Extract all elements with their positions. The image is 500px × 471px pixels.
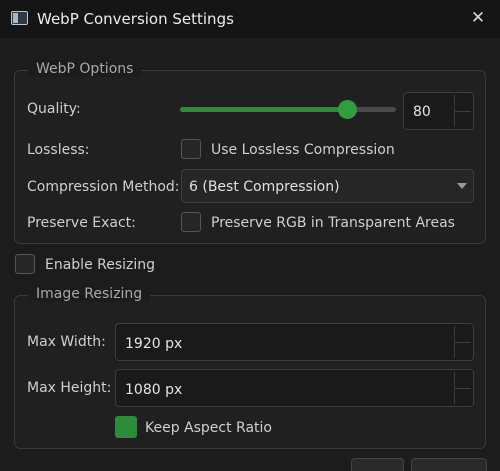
enable-resizing-checkbox[interactable] [15, 254, 35, 274]
image-resizing-title: Image Resizing [28, 286, 151, 302]
quality-label: Quality: [27, 101, 81, 117]
enable-resizing-label[interactable]: Enable Resizing [45, 257, 155, 273]
max-width-spin-arrows[interactable] [454, 326, 471, 358]
keep-aspect-ratio-checkbox[interactable] [115, 416, 137, 438]
quality-slider-handle[interactable] [338, 100, 357, 119]
close-icon[interactable]: ✕ [468, 8, 488, 28]
app-window-icon [11, 11, 28, 25]
preserve-exact-label: Preserve Exact: [27, 215, 136, 231]
max-height-spinbox[interactable]: 1080 px [115, 369, 474, 407]
max-width-value: 1920 px [125, 336, 183, 352]
max-width-spinbox[interactable]: 1920 px [115, 323, 474, 361]
cancel-button[interactable] [411, 458, 487, 471]
max-height-spin-arrows[interactable] [454, 372, 471, 404]
quality-spin-arrows[interactable] [454, 95, 471, 127]
quality-slider-fill [180, 107, 347, 112]
preserve-exact-checkbox-label[interactable]: Preserve RGB in Transparent Areas [211, 215, 455, 231]
compression-method-label: Compression Method: [27, 179, 180, 195]
window-title: WebP Conversion Settings [37, 10, 234, 28]
title-bar: WebP Conversion Settings ✕ [0, 0, 500, 38]
chevron-down-icon [457, 183, 467, 189]
keep-aspect-ratio-label[interactable]: Keep Aspect Ratio [145, 420, 272, 436]
lossless-label: Lossless: [27, 142, 90, 158]
max-height-label: Max Height: [27, 380, 112, 396]
preserve-exact-checkbox[interactable] [181, 212, 201, 232]
lossless-checkbox-label[interactable]: Use Lossless Compression [211, 142, 395, 158]
quality-slider[interactable] [180, 100, 396, 119]
ok-button[interactable] [351, 458, 404, 471]
max-width-label: Max Width: [27, 334, 106, 350]
compression-method-select[interactable]: 6 (Best Compression) [181, 169, 474, 203]
lossless-checkbox[interactable] [181, 139, 201, 159]
max-height-value: 1080 px [125, 382, 183, 398]
compression-method-value: 6 (Best Compression) [189, 179, 340, 195]
webp-options-title: WebP Options [28, 61, 142, 77]
quality-spinbox[interactable]: 80 [403, 92, 474, 130]
quality-spin-value: 80 [413, 104, 431, 120]
